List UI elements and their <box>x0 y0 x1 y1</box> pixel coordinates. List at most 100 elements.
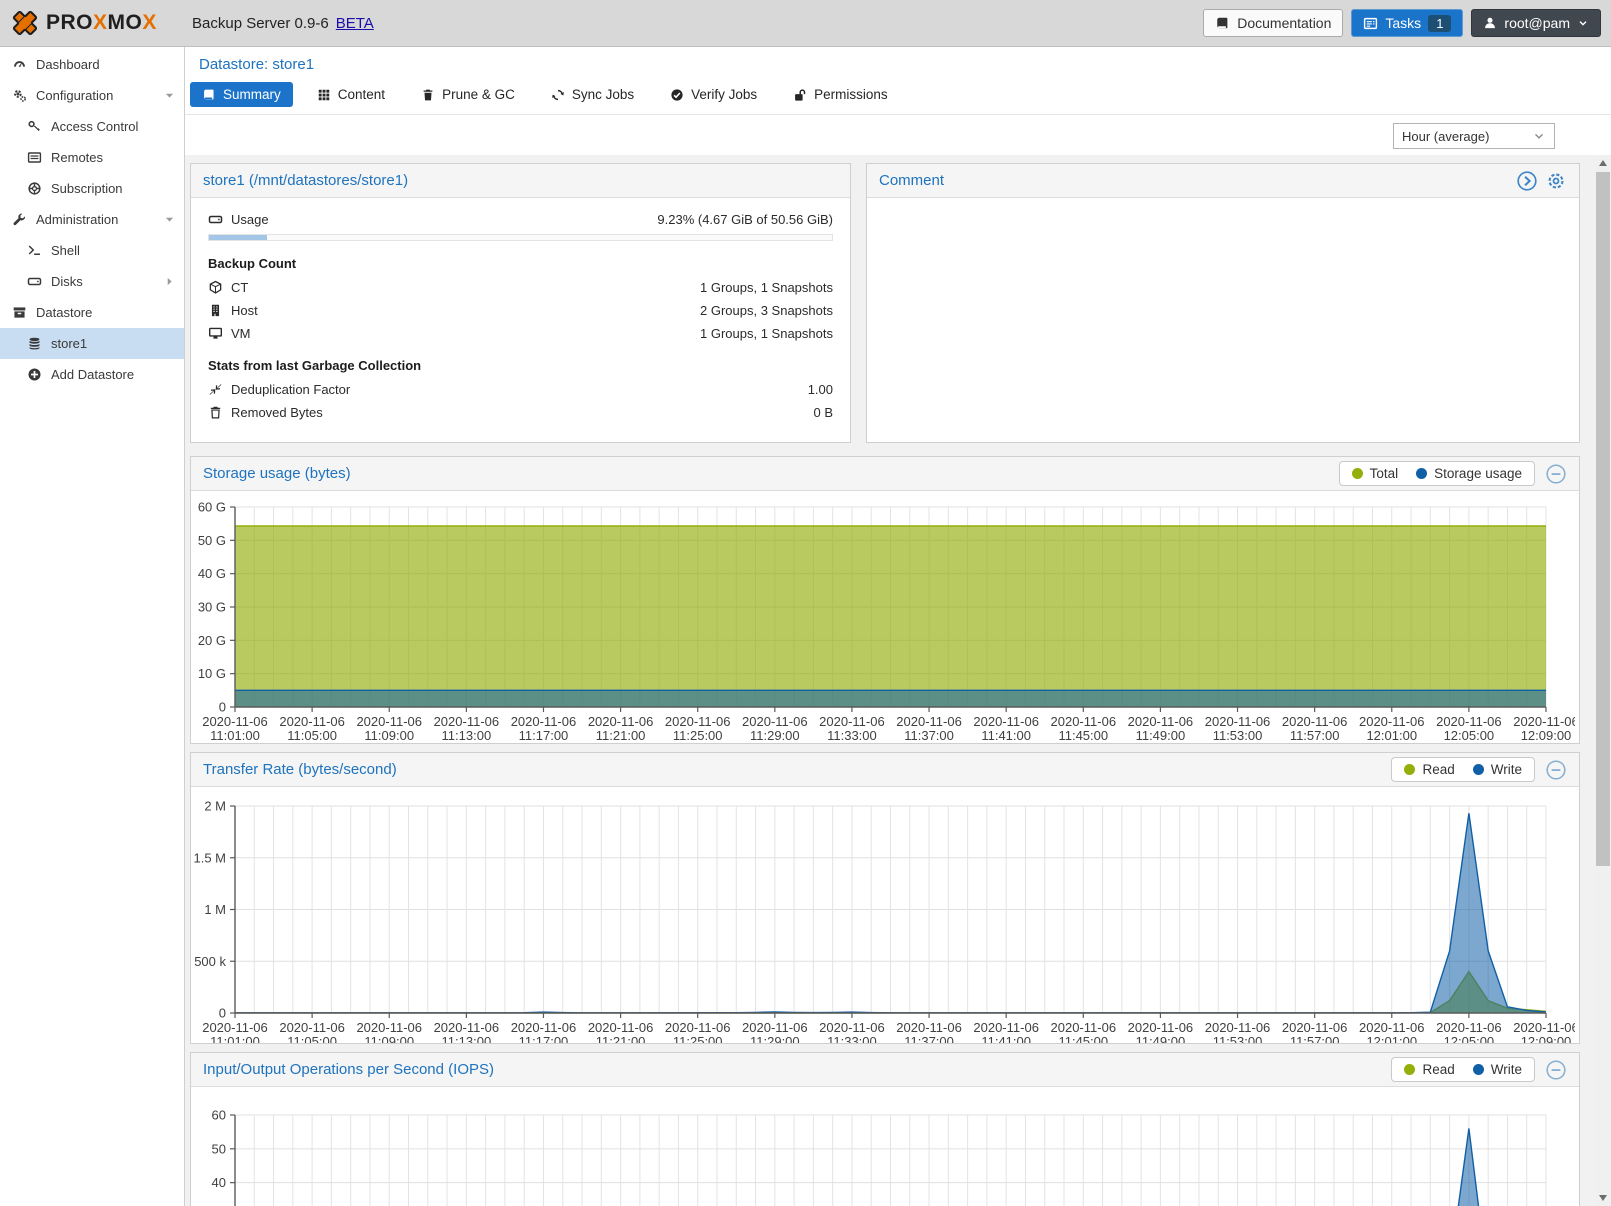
legend-item-write[interactable]: Write <box>1473 762 1522 777</box>
sidebar-item-label: Remotes <box>51 150 103 165</box>
legend-item-write[interactable]: Write <box>1473 1062 1522 1077</box>
collapse-chart-button[interactable] <box>1545 1059 1567 1081</box>
gears-icon <box>12 88 27 103</box>
sidebar-item-subscription[interactable]: Subscription <box>0 173 184 204</box>
main-header: Datastore: store1 SummaryContentPrune & … <box>185 47 1611 158</box>
documentation-button[interactable]: Documentation <box>1203 9 1343 37</box>
ct-row: CT1 Groups, 1 Snapshots <box>208 278 833 297</box>
sidebar-item-access-control[interactable]: Access Control <box>0 111 184 142</box>
svg-text:11:49:00: 11:49:00 <box>1136 728 1186 743</box>
sidebar-item-datastore[interactable]: Datastore <box>0 297 184 328</box>
tab-content[interactable]: Content <box>305 82 397 107</box>
sidebar-item-label: store1 <box>51 336 87 351</box>
vertical-scrollbar[interactable] <box>1595 155 1611 1206</box>
sidebar-item-dashboard[interactable]: Dashboard <box>0 49 184 80</box>
svg-text:2020-11-06: 2020-11-06 <box>1513 714 1575 729</box>
svg-text:40 G: 40 G <box>198 566 226 581</box>
svg-text:2020-11-06: 2020-11-06 <box>356 714 422 729</box>
svg-text:2020-11-06: 2020-11-06 <box>588 714 654 729</box>
svg-text:11:05:00: 11:05:00 <box>287 728 337 743</box>
life-ring-icon <box>27 181 42 196</box>
svg-text:500 k: 500 k <box>194 954 226 969</box>
sidebar-item-store1[interactable]: store1 <box>0 328 184 359</box>
sidebar-item-label: Access Control <box>51 119 138 134</box>
tab-label: Permissions <box>814 87 888 102</box>
sidebar-item-shell[interactable]: Shell <box>0 235 184 266</box>
svg-text:2020-11-06: 2020-11-06 <box>665 714 731 729</box>
svg-text:11:37:00: 11:37:00 <box>904 1034 954 1043</box>
svg-text:20 G: 20 G <box>198 633 226 648</box>
archive-icon <box>12 305 27 320</box>
product-version: Backup Server 0.9-6 <box>192 15 329 32</box>
svg-text:11:09:00: 11:09:00 <box>364 728 414 743</box>
svg-text:2020-11-06: 2020-11-06 <box>1359 1020 1425 1035</box>
legend-item-read[interactable]: Read <box>1404 1062 1454 1077</box>
scrollbar-thumb[interactable] <box>1596 172 1610 866</box>
chart-panel-storage-usage-bytes: Storage usage (bytes)TotalStorage usage0… <box>190 456 1580 744</box>
row-value: 0 B <box>813 405 833 420</box>
row-value: 1 Groups, 1 Snapshots <box>700 326 833 341</box>
svg-text:2020-11-06: 2020-11-06 <box>434 714 500 729</box>
legend-item-total[interactable]: Total <box>1352 466 1399 481</box>
svg-text:2020-11-06: 2020-11-06 <box>896 714 962 729</box>
tab-summary[interactable]: Summary <box>190 82 293 107</box>
svg-text:2020-11-06: 2020-11-06 <box>511 1020 577 1035</box>
svg-text:11:01:00: 11:01:00 <box>210 1034 260 1043</box>
sidebar-item-administration[interactable]: Administration <box>0 204 184 235</box>
beta-link[interactable]: BETA <box>336 15 374 32</box>
legend-dot <box>1352 468 1363 479</box>
sidebar-item-disks[interactable]: Disks <box>0 266 184 297</box>
tab-prune-gc[interactable]: Prune & GC <box>409 82 527 107</box>
user-icon <box>1483 16 1497 30</box>
svg-text:11:53:00: 11:53:00 <box>1213 728 1263 743</box>
sidebar-item-label: Shell <box>51 243 80 258</box>
host-row: Host2 Groups, 3 Snapshots <box>208 301 833 320</box>
sidebar-item-label: Datastore <box>36 305 92 320</box>
svg-text:2020-11-06: 2020-11-06 <box>665 1020 731 1035</box>
scroll-up-arrow-icon[interactable] <box>1595 155 1611 171</box>
row-label: Deduplication Factor <box>231 382 350 397</box>
usage-value: 9.23% (4.67 GiB of 50.56 GiB) <box>657 212 833 227</box>
tab-label: Content <box>338 87 385 102</box>
gear-icon[interactable] <box>1545 170 1567 192</box>
svg-text:11:57:00: 11:57:00 <box>1290 728 1340 743</box>
svg-text:2020-11-06: 2020-11-06 <box>973 1020 1039 1035</box>
legend-label: Read <box>1422 762 1454 777</box>
svg-text:11:49:00: 11:49:00 <box>1136 1034 1186 1043</box>
legend-item-read[interactable]: Read <box>1404 762 1454 777</box>
chevron-down-icon[interactable] <box>163 89 176 102</box>
collapse-chart-button[interactable] <box>1545 759 1567 781</box>
user-menu-button[interactable]: root@pam <box>1471 9 1601 37</box>
chevron-down-icon[interactable] <box>163 213 176 226</box>
tasks-button[interactable]: Tasks 1 <box>1351 9 1463 37</box>
row-label: Host <box>231 303 258 318</box>
svg-text:11:53:00: 11:53:00 <box>1213 1034 1263 1043</box>
comment-body[interactable] <box>867 198 1579 444</box>
svg-text:2020-11-06: 2020-11-06 <box>434 1020 500 1035</box>
time-range-select[interactable]: Hour (average) <box>1393 123 1555 149</box>
svg-text:11:13:00: 11:13:00 <box>442 1034 492 1043</box>
tab-verify-jobs[interactable]: Verify Jobs <box>658 82 769 107</box>
chart-panel-input-output-operations-per-second-iops: Input/Output Operations per Second (IOPS… <box>190 1052 1580 1206</box>
legend-item-storage-usage[interactable]: Storage usage <box>1416 466 1522 481</box>
sidebar-item-remotes[interactable]: Remotes <box>0 142 184 173</box>
svg-text:11:41:00: 11:41:00 <box>981 1034 1031 1043</box>
chevron-down-icon <box>1577 17 1589 29</box>
sidebar-item-label: Subscription <box>51 181 123 196</box>
legend-dot <box>1473 764 1484 775</box>
svg-text:2020-11-06: 2020-11-06 <box>1282 1020 1348 1035</box>
scroll-down-arrow-icon[interactable] <box>1595 1190 1611 1206</box>
sidebar-item-configuration[interactable]: Configuration <box>0 80 184 111</box>
tab-sync-jobs[interactable]: Sync Jobs <box>539 82 646 107</box>
expand-circle-icon[interactable] <box>1516 170 1538 192</box>
svg-text:2020-11-06: 2020-11-06 <box>1359 714 1425 729</box>
chevron-right-icon[interactable] <box>163 275 176 288</box>
svg-text:2020-11-06: 2020-11-06 <box>202 1020 268 1035</box>
svg-text:2020-11-06: 2020-11-06 <box>1205 1020 1271 1035</box>
sidebar-item-add-datastore[interactable]: Add Datastore <box>0 359 184 390</box>
brand-wordmark: PROXMOX <box>46 11 157 35</box>
collapse-chart-button[interactable] <box>1545 463 1567 485</box>
tab-permissions[interactable]: Permissions <box>781 82 900 107</box>
gc-heading: Stats from last Garbage Collection <box>208 358 833 373</box>
chevron-down-icon <box>1532 129 1546 143</box>
